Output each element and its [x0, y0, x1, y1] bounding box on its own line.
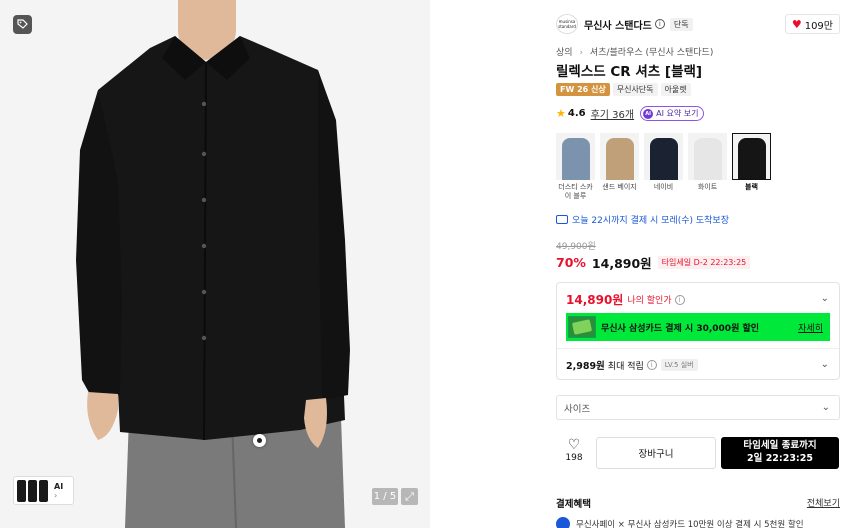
payment-view-all-link[interactable]: 전체보기 [807, 496, 840, 509]
expand-icon[interactable]: ⤢ [401, 488, 418, 505]
product-title: 릴렉스드 CR 셔츠 [블랙] [556, 64, 703, 80]
pay-logo-icon [556, 517, 570, 528]
color-option-white[interactable]: 화이트 [688, 133, 727, 201]
exclusive-badge: 무신사단독 [612, 83, 658, 96]
like-button[interactable]: ♥ 109만 [784, 14, 840, 34]
info-icon[interactable]: i [674, 294, 685, 305]
reviews-link[interactable]: 후기 36개 [591, 106, 635, 121]
benefit-box: 14,890원 나의 할인가 i ⌄ 무신사 삼성카드 결제 시 30,000원… [556, 282, 840, 380]
rating-score: 4.6 [567, 108, 586, 119]
product-image-gallery[interactable]: AI › 1 / 5 ⤢ [0, 0, 430, 528]
my-price-label: 나의 할인가 [627, 296, 672, 306]
original-price: 49,900원 [556, 242, 596, 252]
info-icon[interactable]: i [646, 360, 657, 370]
new-season-badge: FW 26 신상 [556, 83, 610, 96]
brand-name[interactable]: 무신사 스탠다드 [584, 17, 652, 32]
color-label: 샌드 베이지 [602, 183, 637, 191]
ai-summary-button[interactable]: AI AI 요약 보기 [640, 106, 705, 121]
outlet-badge: 아울렛 [660, 83, 691, 96]
buy-button-line2: 2일 22:23:25 [747, 453, 813, 464]
chevron-right-icon: › [579, 48, 584, 58]
timesale-badge: 타임세일 D-2 22:23:25 [657, 256, 751, 269]
color-label: 네이비 [653, 183, 674, 191]
like-count: 109만 [804, 20, 833, 32]
card-promo-detail-link[interactable]: 자세히 [798, 321, 823, 334]
brand-logo[interactable]: musinsa standard [556, 14, 578, 34]
member-level-badge: LV.5 실버 [660, 359, 698, 371]
color-option-dusty-sky-blue[interactable]: 더스티 스카이 블루 [556, 133, 595, 201]
color-label: 화이트 [697, 183, 718, 191]
wishlist-count: 198 [565, 453, 583, 463]
info-icon[interactable]: i [654, 19, 665, 29]
ai-icon: AI [643, 108, 654, 119]
breadcrumb-item[interactable]: 상의 [556, 48, 573, 58]
tag-icon[interactable] [13, 15, 32, 34]
truck-icon [556, 215, 568, 224]
exclusive-badge: 단독 [669, 17, 693, 31]
product-photo [0, 0, 430, 528]
color-label: 블랙 [745, 183, 758, 191]
ai-summary-label: AI 요약 보기 [656, 109, 699, 118]
chevron-down-icon[interactable]: ⌄ [821, 359, 829, 370]
chevron-down-icon[interactable]: ⌄ [821, 293, 829, 304]
my-price-value: 14,890원 [566, 293, 624, 307]
add-to-cart-button[interactable]: 장바구니 [596, 437, 716, 469]
color-option-navy[interactable]: 네이비 [644, 133, 683, 201]
brand-row: musinsa standard 무신사 스탠다드 i 단독 ♥ 109만 [556, 14, 840, 34]
heart-icon: ♥ [791, 17, 802, 31]
size-select-placeholder: 사이즈 [564, 403, 591, 415]
purchase-actions: ♡ 198 장바구니 타임세일 종료까지 2일 22:23:25 [556, 437, 840, 469]
sale-price: 14,890원 [591, 256, 652, 271]
chevron-down-icon: ⌄ [821, 402, 830, 413]
image-counter: 1 / 5 [372, 488, 398, 505]
breadcrumb-item[interactable]: 셔츠/블라우스 (무신사 스탠다드) [590, 48, 713, 58]
heart-outline-icon: ♡ [567, 437, 581, 453]
product-hotspot-dot[interactable] [253, 434, 266, 447]
my-price-row[interactable]: 14,890원 나의 할인가 i [566, 291, 685, 308]
color-option-sand-beige[interactable]: 샌드 베이지 [600, 133, 639, 201]
color-options: 더스티 스카이 블루 샌드 베이지 네이비 화이트 블랙 [556, 133, 771, 201]
buy-now-button[interactable]: 타임세일 종료까지 2일 22:23:25 [721, 437, 839, 469]
rating-row: ★ 4.6 후기 36개 AI AI 요약 보기 [556, 106, 705, 121]
payment-benefit-item[interactable]: 무신사페이 × 무신사 삼성카드 10만원 이상 결제 시 5천원 할인 [556, 517, 804, 528]
product-badges: FW 26 신상 무신사단독 아울렛 [556, 83, 691, 96]
card-promo-banner[interactable]: 무신사 삼성카드 결제 시 30,000원 할인 자세히 [566, 313, 830, 341]
size-select[interactable]: 사이즈 ⌄ [556, 395, 840, 420]
delivery-info[interactable]: 오늘 22시까지 결제 시 모레(수) 도착보장 [556, 213, 729, 226]
delivery-text: 오늘 22시까지 결제 시 모레(수) 도착보장 [572, 216, 729, 226]
credit-card-icon [568, 316, 596, 338]
thumbnail-image[interactable] [17, 479, 26, 502]
thumbnail-image[interactable] [28, 479, 37, 502]
payment-benefit-text: 무신사페이 × 무신사 삼성카드 10만원 이상 결제 시 5천원 할인 [576, 520, 804, 528]
breadcrumb: 상의 › 셔츠/블라우스 (무신사 스탠다드) [556, 45, 713, 58]
discount-rate: 70% [556, 255, 586, 270]
points-label: 최대 적립 [607, 361, 644, 372]
card-promo-text: 무신사 삼성카드 결제 시 30,000원 할인 [601, 323, 760, 334]
wishlist-button[interactable]: ♡ 198 [558, 437, 590, 469]
thumbnail-image[interactable] [39, 479, 48, 502]
thumbnail-ai-label[interactable]: AI › [54, 482, 63, 500]
points-row[interactable]: 2,989원 최대 적립 i LV.5 실버 [566, 358, 698, 372]
price-row: 70% 14,890원 타임세일 D-2 22:23:25 [556, 253, 751, 272]
thumbnail-strip[interactable]: AI › [13, 476, 74, 505]
buy-button-line1: 타임세일 종료까지 [743, 440, 817, 451]
color-label: 더스티 스카이 블루 [558, 183, 593, 200]
star-icon: ★ [556, 107, 566, 120]
divider [557, 348, 839, 349]
payment-benefits-title: 결제혜택 [556, 499, 591, 510]
color-option-black[interactable]: 블랙 [732, 133, 771, 201]
points-value: 2,989원 [566, 361, 605, 372]
